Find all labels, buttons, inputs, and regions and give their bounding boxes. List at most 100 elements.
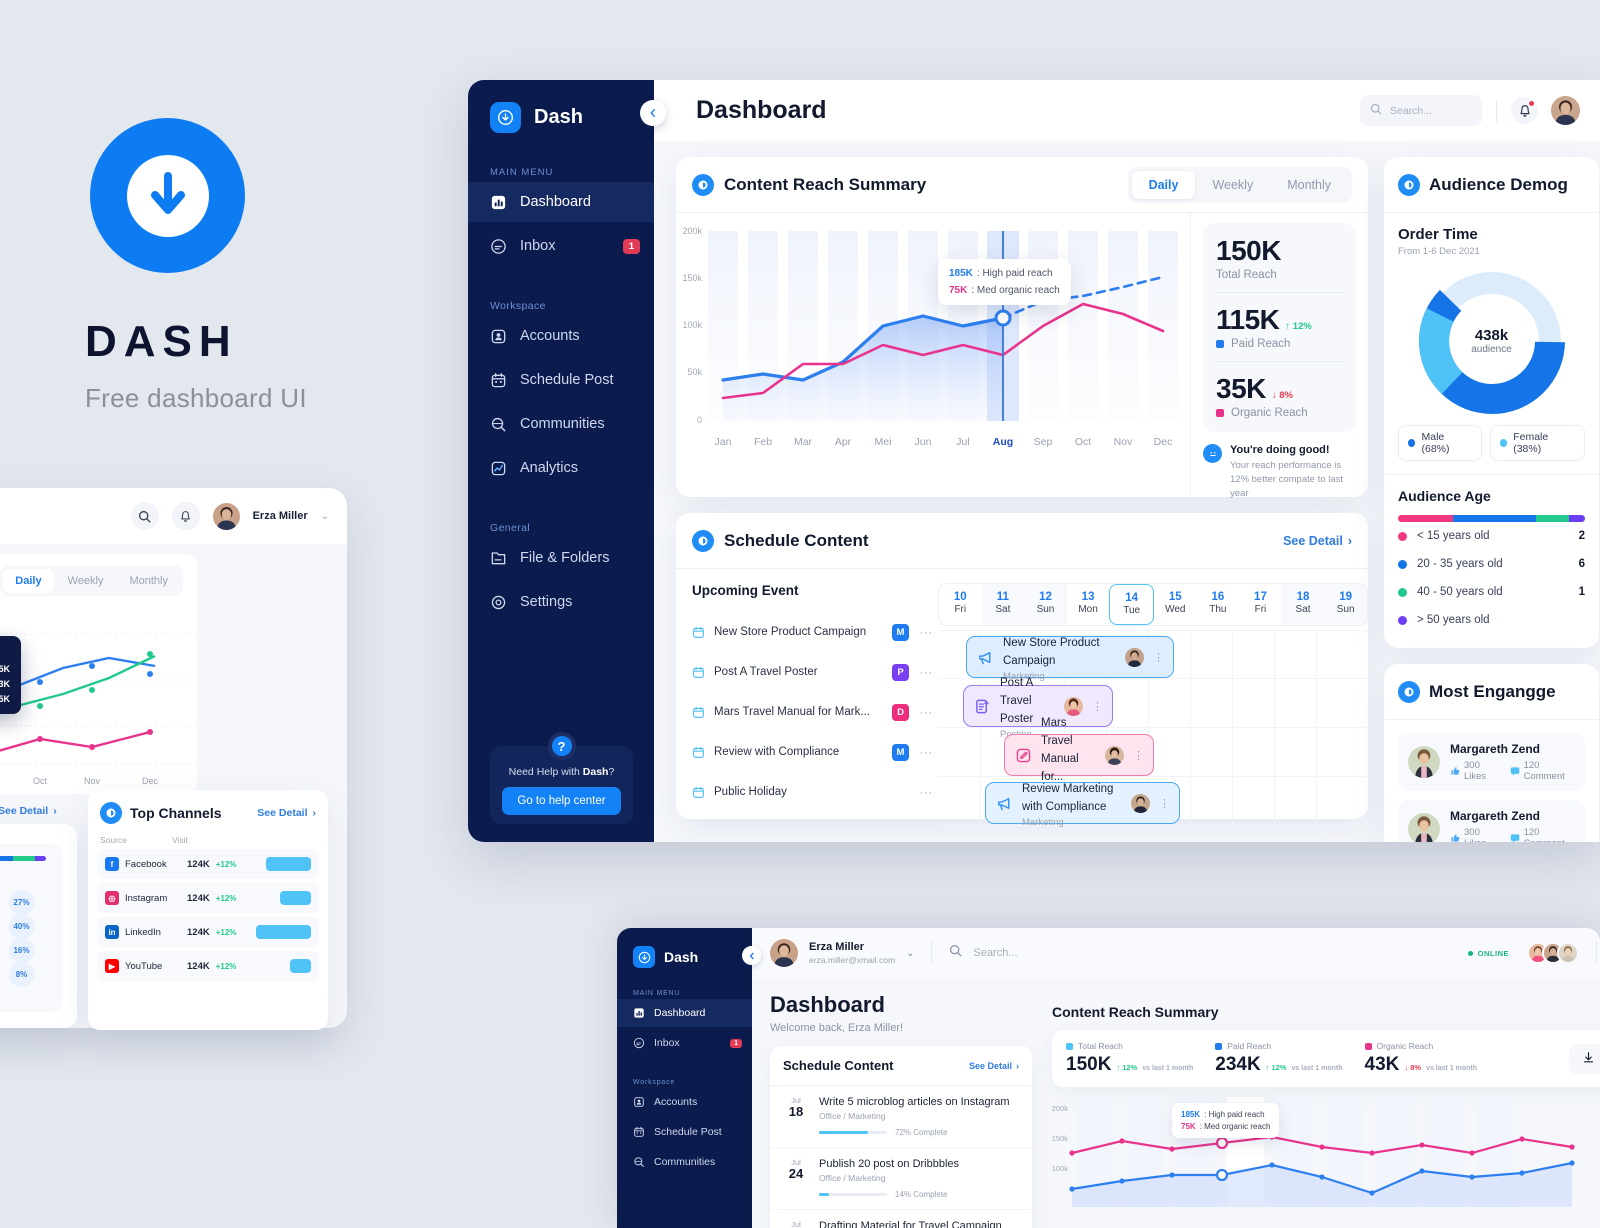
tab-daily[interactable]: Daily [1131, 170, 1196, 199]
legend-female[interactable]: Female (38%) [1489, 425, 1585, 461]
legend-label: Male (68%) [1421, 431, 1450, 455]
legend-male[interactable]: Male (68%) [1398, 425, 1482, 461]
channel-row[interactable]: ◎ Instagram 124K +12% [97, 883, 319, 913]
schedule-row[interactable]: Jul 24 Publish 20 post on Dribbbles Office … [770, 1148, 1032, 1210]
see-detail-link[interactable]: See Detail › [969, 1061, 1019, 1071]
event-more-button[interactable]: ··· [918, 745, 934, 759]
calendar-event[interactable]: Mars Travel Manual for...Drafting⋮ [1004, 717, 1154, 798]
event-more-button[interactable]: ··· [918, 665, 934, 679]
avatar[interactable] [1125, 647, 1144, 667]
event-more-button[interactable]: ··· [918, 705, 934, 719]
audience-age-list: < 15 years old 2 20 - 35 years old 6 40 - 50… [1398, 522, 1585, 634]
sidebar-item-inbox[interactable]: Inbox 1 [617, 1029, 752, 1057]
channel-row[interactable]: ▶ YouTube 124K +12% [97, 951, 319, 981]
calendar-event[interactable]: Review Marketing with Compliance Marketin… [985, 782, 1180, 828]
sidebar-item-accounts[interactable]: Accounts [617, 1088, 752, 1116]
tab-monthly[interactable]: Monthly [117, 569, 180, 593]
sidebar-item-label: Inbox [520, 238, 556, 254]
avatar[interactable] [1557, 942, 1579, 964]
tab-weekly[interactable]: Weekly [1195, 171, 1270, 199]
card-title: Top Channels [130, 805, 222, 821]
avatar-stack[interactable] [1527, 942, 1579, 964]
svg-text:100k: 100k [1052, 1164, 1068, 1173]
channel-delta: +12% [215, 893, 237, 903]
event-more-button[interactable]: ··· [918, 625, 934, 639]
upcoming-event-item[interactable]: Review with Compliance M ··· [692, 732, 934, 772]
chevron-down-icon[interactable]: ⌄ [321, 511, 329, 522]
sidebar-item-inbox[interactable]: Inbox 1 [468, 226, 654, 266]
schedule-row[interactable]: Jul Drafting Material for Travel Campaign [770, 1210, 1032, 1228]
search-placeholder[interactable]: Search... [973, 947, 1017, 959]
calendar-day-12[interactable]: 12 Sun [1024, 584, 1067, 625]
avatar[interactable] [1131, 793, 1150, 813]
sidebar-item-communities[interactable]: Communities [617, 1148, 752, 1176]
sidebar-item-schedule-post[interactable]: Schedule Post [617, 1118, 752, 1146]
sidebar-item-accounts[interactable]: Accounts [468, 316, 654, 356]
sidebar-collapse-button[interactable] [640, 100, 666, 126]
upcoming-event-item[interactable]: Public Holiday ··· [692, 772, 934, 812]
tab-monthly[interactable]: Monthly [1270, 171, 1348, 199]
calendar-icon [692, 626, 705, 639]
line-chart-icon [490, 460, 507, 477]
search-input[interactable]: Search... [1360, 95, 1482, 126]
note-body: Your reach performance is 12% better com… [1230, 460, 1344, 499]
channel-row[interactable]: in LinkedIn 124K +12% [97, 917, 319, 947]
sidebar-collapse-button[interactable] [742, 946, 761, 965]
upcoming-event-item[interactable]: New Store Product Campaign M ··· [692, 612, 934, 652]
avatar[interactable] [1105, 745, 1124, 765]
calendar-day-14[interactable]: 14 Tue [1109, 584, 1154, 625]
sidebar-item-analytics[interactable]: Analytics [468, 448, 654, 488]
calendar-day-15[interactable]: 15 Wed [1154, 584, 1197, 625]
engaged-user-row[interactable]: Margareth Zend 300 Likes 120 Comment [1398, 800, 1585, 842]
event-more-button[interactable]: ··· [918, 785, 934, 799]
avatar [1408, 813, 1440, 842]
upcoming-event-item[interactable]: Post A Travel Poster P ··· [692, 652, 934, 692]
tab-daily[interactable]: Daily [3, 569, 54, 593]
event-more-button[interactable]: ⋮ [1133, 749, 1144, 762]
bell-icon[interactable] [1511, 97, 1538, 124]
see-detail-link-left[interactable]: See Detail › [0, 805, 57, 817]
sidebar-item-schedule-post[interactable]: Schedule Post [468, 360, 654, 400]
see-detail-link[interactable]: See Detail › [1283, 534, 1352, 548]
sidebar-nav: MAIN MENU Dashboard Inbox 1 Workspace Account… [468, 167, 654, 622]
calendar-day-10[interactable]: 10 Fri [939, 584, 982, 625]
download-csv-button[interactable]: CSV [1569, 1043, 1600, 1074]
avatar[interactable] [212, 502, 240, 530]
calendar-day-13[interactable]: 13 Mon [1067, 584, 1110, 625]
calendar-day-19[interactable]: 19 Sun [1324, 584, 1367, 625]
sidebar-item-dashboard[interactable]: Dashboard [617, 999, 752, 1027]
pencil-edit-icon [1014, 746, 1032, 764]
period-tabs[interactable]: Daily Weekly Monthly [0, 566, 183, 596]
go-to-help-center-button[interactable]: Go to help center [502, 787, 621, 815]
day-name: Wed [1165, 604, 1186, 615]
upcoming-event-item[interactable]: Mars Travel Manual for Mark... D ··· [692, 692, 934, 732]
channel-row[interactable]: f Facebook 124K +12% [97, 849, 319, 879]
youtube-icon: ▶ [105, 959, 119, 973]
divider [1384, 474, 1599, 475]
event-tag-empty [892, 784, 909, 801]
sidebar-item-file-folders[interactable]: File & Folders [468, 538, 654, 578]
sidebar-item-dashboard[interactable]: Dashboard [468, 182, 654, 222]
calendar-event[interactable]: New Store Product Campaign Marketing ⋮ [966, 636, 1174, 682]
tab-weekly[interactable]: Weekly [56, 569, 116, 593]
schedule-row[interactable]: Jul 18 Write 5 microblog articles on Insta… [770, 1086, 1032, 1148]
sidebar-item-settings[interactable]: Settings [468, 582, 654, 622]
calendar-day-16[interactable]: 16 Thu [1197, 584, 1240, 625]
search-globe-icon [633, 1156, 645, 1168]
calendar-day-17[interactable]: 17 Fri [1239, 584, 1282, 625]
calendar-day-11[interactable]: 11 Sat [981, 584, 1025, 625]
event-more-button[interactable]: ⋮ [1159, 797, 1170, 810]
avatar[interactable] [770, 939, 798, 967]
event-more-button[interactable]: ⋮ [1153, 651, 1164, 664]
bell-icon[interactable] [171, 502, 200, 530]
engaged-user-row[interactable]: Margareth Zend 300 Likes 120 Comment [1398, 733, 1585, 791]
event-more-button[interactable]: ⋮ [1092, 700, 1103, 713]
search-icon[interactable] [130, 502, 159, 530]
calendar-day-header[interactable]: 10 Fri 11 Sat 12 Sun 13 Mon 14 Tue 15 Wed 16 Thu 17 Fri… [938, 583, 1368, 626]
period-tabs[interactable]: Daily Weekly Monthly [1127, 166, 1352, 203]
calendar-day-18[interactable]: 18 Sat [1281, 584, 1325, 625]
sidebar-item-communities[interactable]: Communities [468, 404, 654, 444]
avatar[interactable] [1551, 96, 1580, 125]
see-detail-link[interactable]: See Detail › [257, 807, 316, 819]
chevron-down-icon[interactable]: ⌄ [906, 948, 914, 959]
